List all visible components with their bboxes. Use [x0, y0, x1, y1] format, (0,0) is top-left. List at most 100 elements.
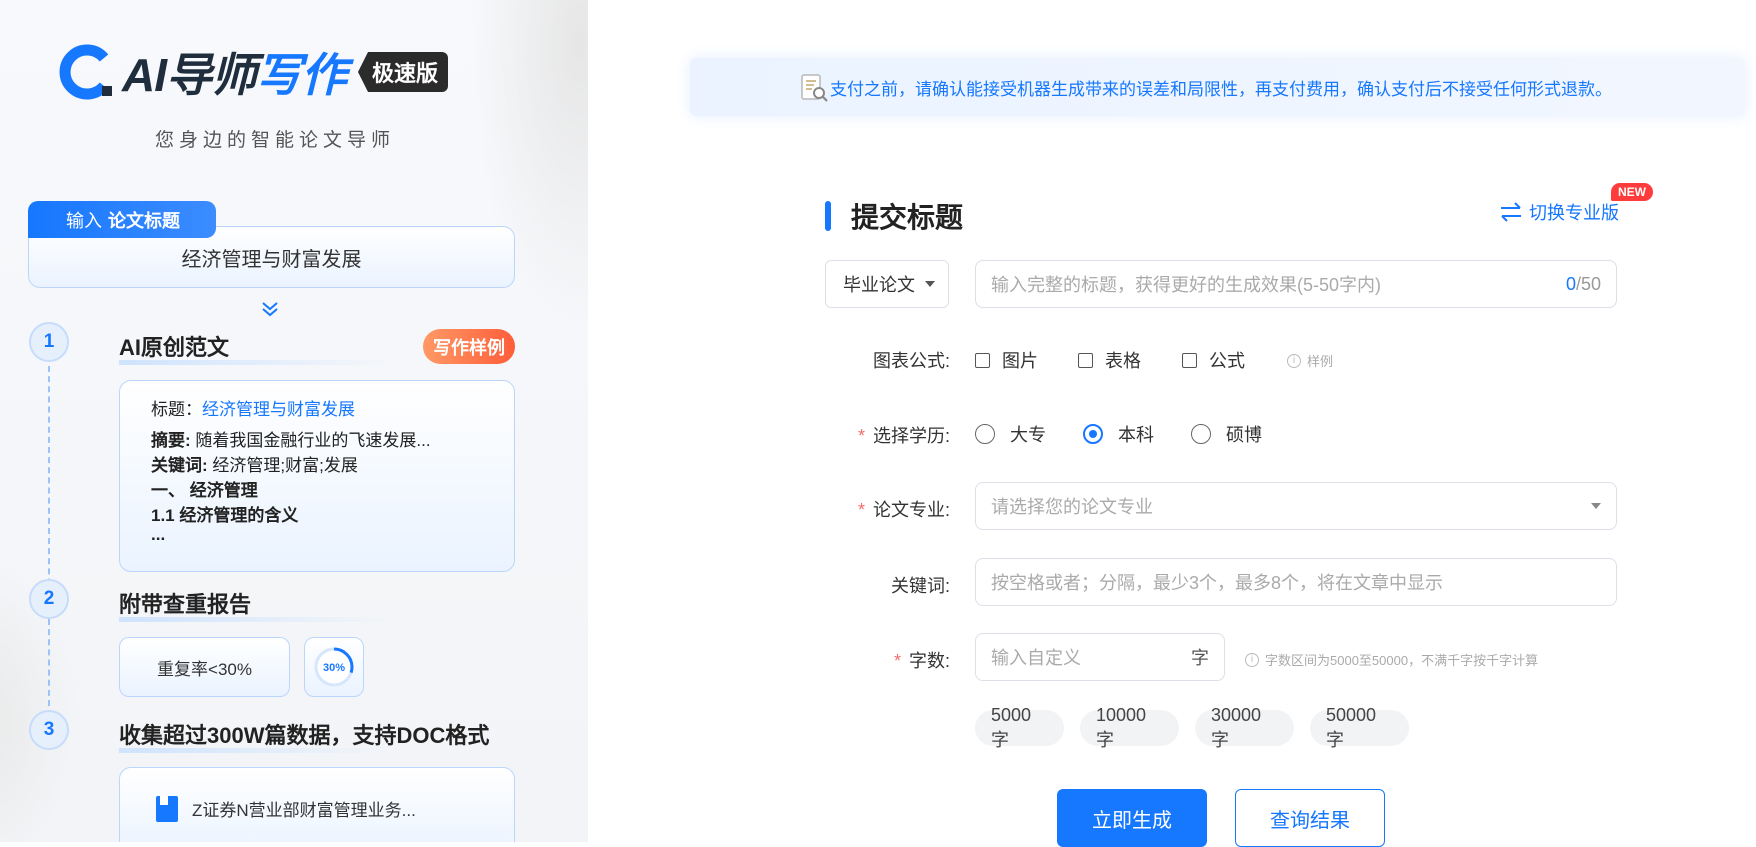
sample-abstract-value: 随着我国金融行业的飞速发展...	[195, 431, 431, 450]
title-placeholder: 输入完整的标题，获得更好的生成效果(5-50字内)	[991, 275, 1382, 295]
radio-junior-college[interactable]: 大专	[975, 421, 1046, 447]
major-select[interactable]: 请选择您的论文专业	[975, 482, 1617, 530]
title-input[interactable]: 输入完整的标题，获得更好的生成效果(5-50字内) 0/50	[975, 260, 1617, 308]
checkbox-table-label: 表格	[1105, 351, 1141, 371]
checkbox-icon	[1182, 352, 1197, 368]
section-title-text: 提交标题	[851, 202, 964, 233]
required-mark: *	[857, 500, 865, 520]
ring-label: 30%	[323, 662, 345, 674]
word-count-suffix: 字	[1191, 648, 1209, 668]
word-count-label-text: 字数:	[908, 651, 950, 671]
chart-formula-label: 图表公式:	[872, 351, 950, 371]
radio-master-phd[interactable]: 硕博	[1191, 421, 1262, 447]
education-label: * 选择学历:	[830, 422, 950, 448]
switch-pro-label: 切换专业版	[1529, 203, 1619, 223]
sample-heading-2: 1.1 经济管理的含义	[151, 506, 299, 525]
radio-master-phd-label: 硕博	[1226, 425, 1262, 445]
input-title-tab: 输入 论文标题	[28, 201, 216, 238]
sample-keywords-value: 经济管理;财富;发展	[212, 456, 358, 475]
word-chip-10000[interactable]: 10000字	[1080, 705, 1179, 750]
sample-keywords-label: 关键词:	[151, 456, 208, 475]
double-chevron-down-icon	[262, 302, 278, 317]
checkbox-image[interactable]: 图片	[975, 347, 1038, 373]
sample-keywords-line: 关键词: 经济管理;财富;发展	[151, 453, 483, 478]
checkbox-icon	[1078, 352, 1093, 368]
generate-button[interactable]: 立即生成	[1057, 789, 1207, 847]
sample-hint-label: 样例	[1307, 354, 1334, 369]
logo-icon	[59, 44, 112, 100]
duplicate-rate-box: 重复率<30%	[119, 637, 290, 697]
info-icon: i	[1287, 353, 1301, 368]
payment-notice: 支付之前，请确认能接受机器生成带来的误差和局限性，再支付费用，确认支付后不接受任…	[690, 58, 1745, 116]
radio-bachelor-label: 本科	[1118, 425, 1154, 445]
step-title-3: 收集超过300W篇数据，支持DOC格式	[119, 718, 489, 753]
sample-hint-link[interactable]: i 样例	[1287, 351, 1333, 370]
paper-type-value: 毕业论文	[843, 275, 915, 295]
sample-abstract-label: 摘要:	[151, 431, 191, 450]
example-title-value: 经济管理与财富发展	[181, 248, 362, 271]
switch-pro-link[interactable]: 切换专业版	[1499, 199, 1619, 225]
word-count-hint: i 字数区间为5000至50000，不满千字按千字计算	[1245, 650, 1538, 669]
swap-arrows-icon	[1501, 202, 1521, 222]
logo: AI导师写作 极速版	[58, 39, 449, 105]
radio-bachelor[interactable]: 本科	[1083, 421, 1154, 447]
notice-text: 支付之前，请确认能接受机器生成带来的误差和局限性，再支付费用，确认支付后不接受任…	[830, 79, 1612, 99]
writing-sample-button[interactable]: 写作样例	[423, 329, 515, 364]
query-result-button[interactable]: 查询结果	[1235, 789, 1385, 847]
sample-heading-1: 一、 经济管理	[151, 481, 258, 500]
new-badge: NEW	[1611, 183, 1653, 201]
input-tab-bold: 论文标题	[108, 210, 180, 231]
document-search-icon	[801, 74, 828, 102]
section-accent-bar	[825, 201, 831, 231]
word-chip-30000[interactable]: 30000字	[1195, 705, 1294, 750]
edition-badge: 极速版	[358, 52, 449, 92]
step-title-1: AI原创范文	[119, 330, 390, 365]
step-number-1: 1	[29, 322, 69, 362]
checkbox-icon	[975, 352, 990, 368]
steps-connector	[48, 366, 50, 706]
book-icon	[156, 796, 178, 822]
word-count-label: * 字数:	[830, 647, 950, 673]
word-count-hint-text: 字数区间为5000至50000，不满千字按千字计算	[1265, 653, 1539, 668]
left-promo-panel: AI导师写作 极速版 您身边的智能论文导师 经济管理与财富发展 输入 论文标题 1…	[0, 0, 588, 842]
radio-selected-icon	[1083, 424, 1103, 444]
sample-card: 标题：经济管理与财富发展 摘要: 随着我国金融行业的飞速发展... 关键词: 经…	[119, 380, 515, 572]
sample-ellipsis: ...	[151, 525, 166, 544]
sample-abstract-line: 摘要: 随着我国金融行业的飞速发展...	[151, 428, 483, 453]
radio-icon	[1191, 424, 1211, 444]
keywords-placeholder: 按空格或者；分隔，最少3个，最多8个，将在文章中显示	[991, 573, 1444, 593]
sample-title-line: 标题：经济管理与财富发展	[151, 397, 483, 422]
info-icon: i	[1245, 652, 1259, 667]
keywords-input[interactable]: 按空格或者；分隔，最少3个，最多8个，将在文章中显示	[975, 558, 1617, 606]
checkbox-formula-label: 公式	[1209, 351, 1245, 371]
title-count-max: /50	[1575, 273, 1601, 294]
word-count-input[interactable]: 输入自定义 字	[975, 633, 1225, 681]
word-chip-5000[interactable]: 5000字	[975, 705, 1064, 750]
input-tab-prefix: 输入	[66, 210, 102, 231]
checkbox-table[interactable]: 表格	[1078, 347, 1141, 373]
logo-text: AI导师写作	[122, 39, 347, 105]
word-count-placeholder: 输入自定义	[991, 648, 1081, 668]
required-mark: *	[893, 651, 901, 671]
section-title: 提交标题	[825, 196, 963, 236]
duplicate-rate-text: 重复率<30%	[157, 659, 252, 679]
education-label-text: 选择学历:	[872, 426, 950, 446]
duplicate-rate-ring: 30%	[304, 637, 364, 697]
checkbox-image-label: 图片	[1002, 351, 1038, 371]
sample-title-label: 标题：	[151, 400, 202, 419]
radio-junior-college-label: 大专	[1010, 425, 1046, 445]
caret-down-icon	[1591, 503, 1601, 509]
step-number-3: 3	[29, 710, 69, 750]
sample-title-value: 经济管理与财富发展	[202, 400, 355, 419]
caret-down-icon	[925, 281, 935, 287]
title-count-current: 0	[1565, 273, 1576, 294]
keywords-label: 关键词:	[890, 576, 950, 596]
logo-text-blue: 写作	[256, 49, 347, 101]
title-char-count: 0/50	[1566, 274, 1601, 295]
checkbox-formula[interactable]: 公式	[1182, 347, 1245, 373]
step-title-2: 附带查重报告	[119, 587, 390, 622]
step-number-2: 2	[29, 579, 69, 619]
major-placeholder: 请选择您的论文专业	[991, 497, 1153, 517]
paper-type-select[interactable]: 毕业论文	[825, 260, 949, 308]
word-chip-50000[interactable]: 50000字	[1310, 705, 1409, 750]
